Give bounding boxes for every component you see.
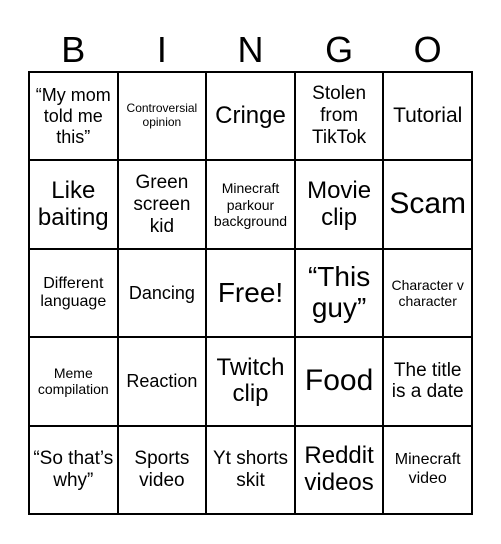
bingo-cell[interactable]: Dancing [118,249,206,337]
bingo-cell[interactable]: Green screen kid [118,161,206,248]
bingo-cell[interactable]: Sports video [118,426,206,513]
bingo-cell[interactable]: Cringe [207,73,294,160]
bingo-header: B I N G O [29,28,472,72]
bingo-grid: “My mom told me this” Controversial opin… [28,71,473,515]
header-letter-n: N [237,29,264,70]
bingo-cell[interactable]: “This guy” [295,249,383,337]
bingo-cell[interactable]: Meme compilation [30,338,117,425]
bingo-cell[interactable]: “My mom told me this” [30,73,117,160]
bingo-cell[interactable]: “So that’s why” [30,426,117,513]
bingo-cell[interactable]: Twitch clip [207,338,294,425]
header-letter-b: B [61,29,86,70]
bingo-cell[interactable]: Reddit videos [295,426,383,513]
bingo-cell[interactable]: Scam [384,161,471,248]
bingo-cell[interactable]: Controversial opinion [118,73,206,160]
bingo-cell[interactable]: The title is a date [384,338,471,425]
bingo-cell[interactable]: Minecraft parkour background [207,161,294,248]
bingo-cell[interactable]: Character v character [384,249,471,337]
header-letter-o: O [413,29,442,70]
bingo-cell[interactable]: Minecraft video [384,426,471,513]
bingo-cell[interactable]: Different language [30,249,117,337]
bingo-cell[interactable]: Yt shorts skit [207,426,294,513]
header-letter-g: G [325,29,354,70]
bingo-cell free-space[interactable]: Free! [207,249,294,337]
bingo-cell[interactable]: Movie clip [295,161,383,248]
bingo-cell[interactable]: Tutorial [384,73,471,160]
header-letter-i: I [156,29,167,70]
bingo-cell[interactable]: Food [295,338,383,425]
bingo-cell[interactable]: Like baiting [30,161,117,248]
bingo-cell[interactable]: Reaction [118,338,206,425]
bingo-cell[interactable]: Stolen from TikTok [295,73,383,160]
